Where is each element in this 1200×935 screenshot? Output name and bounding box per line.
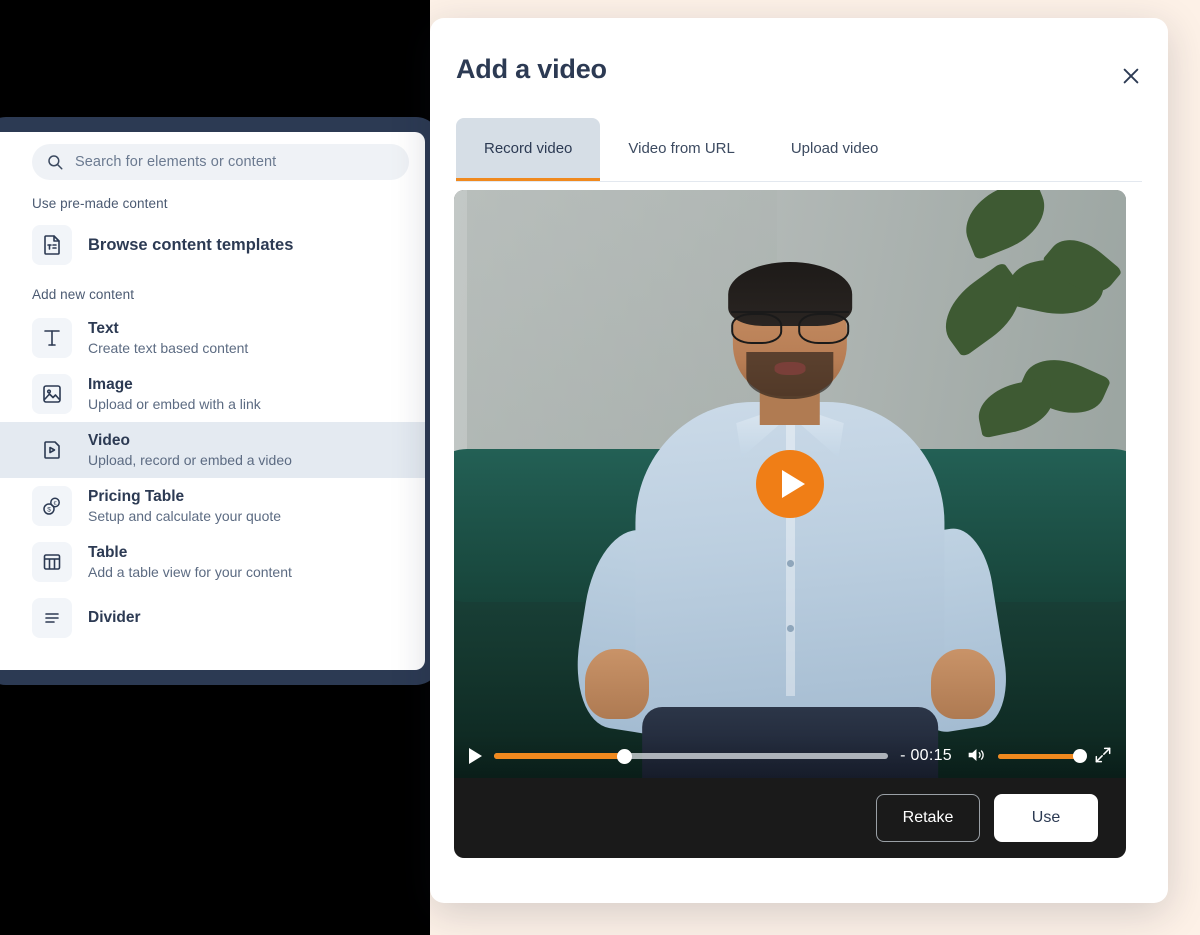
svg-text:$: $ xyxy=(47,507,51,514)
element-subtitle: Setup and calculate your quote xyxy=(88,508,282,525)
text-icon xyxy=(32,318,72,358)
fullscreen-button[interactable] xyxy=(1092,745,1114,767)
coins-icon: € $ xyxy=(32,486,72,526)
content-elements-panel: Search for elements or content Use pre-m… xyxy=(0,132,425,670)
volume-slider[interactable] xyxy=(998,749,1087,763)
close-button[interactable] xyxy=(1114,60,1148,94)
play-icon xyxy=(781,470,805,498)
tab-video-from-url[interactable]: Video from URL xyxy=(600,118,762,181)
progress-thumb[interactable] xyxy=(616,748,632,764)
element-item-image[interactable]: Image Upload or embed with a link xyxy=(0,366,425,422)
progress-slider[interactable] xyxy=(494,748,889,764)
element-item-text[interactable]: Text Create text based content xyxy=(0,310,425,366)
element-item-video-labels: Video Upload, record or embed a video xyxy=(88,431,292,470)
video-action-bar: Retake Use xyxy=(454,778,1126,858)
element-subtitle: Upload, record or embed a video xyxy=(88,452,292,469)
video-preview-card: - 00:15 Retake Use xyxy=(454,190,1126,858)
volume-on-icon xyxy=(964,744,988,769)
close-icon xyxy=(1120,65,1142,90)
element-item-image-labels: Image Upload or embed with a link xyxy=(88,375,261,414)
add-video-modal: Add a video Record video Video from URL … xyxy=(430,18,1168,903)
screen: Search for elements or content Use pre-m… xyxy=(0,0,1200,935)
element-item-pricing-table-labels: Pricing Table Setup and calculate your q… xyxy=(88,487,281,526)
play-overlay-button[interactable] xyxy=(756,450,824,518)
tab-upload-video[interactable]: Upload video xyxy=(763,118,907,181)
search-container: Search for elements or content xyxy=(0,132,425,180)
element-title: Video xyxy=(88,431,130,449)
element-subtitle: Create text based content xyxy=(88,340,249,357)
search-input[interactable]: Search for elements or content xyxy=(32,144,409,180)
section-label-new-content: Add new content xyxy=(32,287,135,302)
element-item-table-labels: Table Add a table view for your content xyxy=(88,543,292,582)
element-item-video[interactable]: Video Upload, record or embed a video xyxy=(0,422,425,478)
video-controls-bar: - 00:15 xyxy=(454,734,1126,778)
document-text-icon xyxy=(32,225,72,265)
divider-icon xyxy=(32,598,72,638)
volume-button[interactable] xyxy=(964,744,988,769)
page-title: Add a video xyxy=(456,54,607,84)
browse-content-templates-label: Browse content templates xyxy=(88,235,294,254)
browse-content-templates-button[interactable]: Browse content templates xyxy=(0,219,425,271)
play-pause-button[interactable] xyxy=(466,747,484,765)
search-icon xyxy=(46,153,64,171)
element-item-divider[interactable]: Divider xyxy=(0,590,425,646)
image-icon xyxy=(32,374,72,414)
element-title: Text xyxy=(88,319,119,337)
element-title: Pricing Table xyxy=(88,487,185,505)
element-title: Table xyxy=(88,543,128,561)
volume-fill xyxy=(998,753,1082,759)
tab-record-video[interactable]: Record video xyxy=(456,118,601,181)
section-label-premade: Use pre-made content xyxy=(32,196,168,211)
use-button[interactable]: Use xyxy=(994,794,1098,842)
time-remaining: - 00:15 xyxy=(900,747,952,764)
search-placeholder-text: Search for elements or content xyxy=(75,154,277,170)
table-icon xyxy=(32,542,72,582)
element-item-table[interactable]: Table Add a table view for your content xyxy=(0,534,425,590)
retake-button[interactable]: Retake xyxy=(876,794,980,842)
video-icon xyxy=(32,430,72,470)
fullscreen-icon xyxy=(1093,745,1113,768)
element-item-divider-labels: Divider xyxy=(88,608,141,627)
element-subtitle: Add a table view for your content xyxy=(88,564,292,581)
element-subtitle: Upload or embed with a link xyxy=(88,396,261,413)
element-title: Divider xyxy=(88,609,141,627)
modal-tabs: Record video Video from URL Upload video xyxy=(456,118,1142,182)
svg-text:€: € xyxy=(53,501,56,507)
element-item-pricing-table[interactable]: € $ Pricing Table Setup and calculate yo… xyxy=(0,478,425,534)
element-title: Image xyxy=(88,375,133,393)
progress-fill xyxy=(494,753,625,759)
volume-thumb[interactable] xyxy=(1073,749,1087,763)
play-icon xyxy=(468,748,482,764)
video-player[interactable]: - 00:15 xyxy=(454,190,1126,778)
element-item-text-labels: Text Create text based content xyxy=(88,319,248,358)
